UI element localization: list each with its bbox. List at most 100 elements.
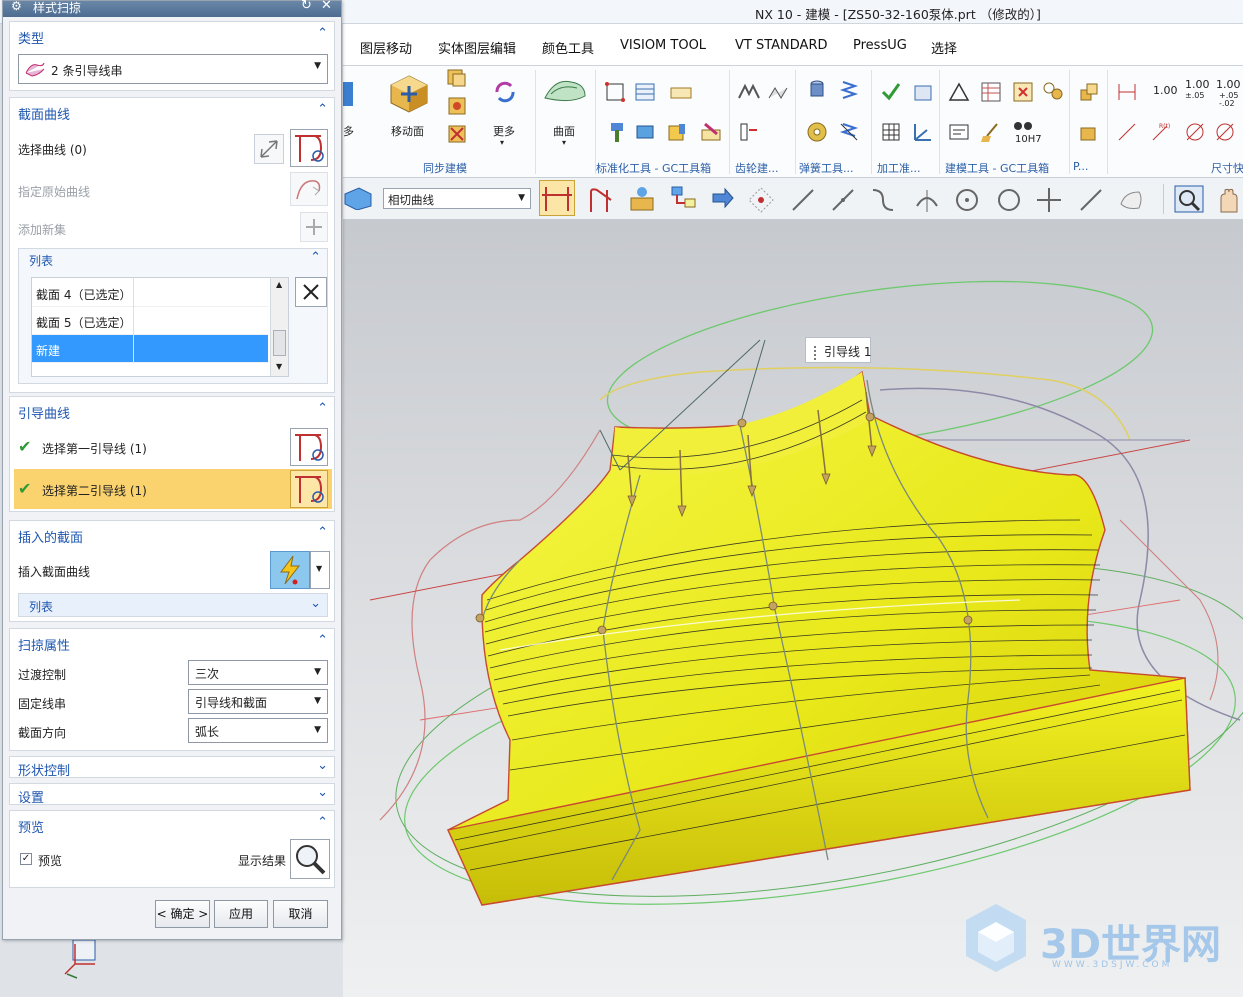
expand-icon[interactable]: ⌄ [310,596,321,611]
select-curve-button[interactable] [290,129,328,167]
specify-origin-button[interactable] [290,172,328,206]
settings-section[interactable]: 设置 ⌄ [9,783,335,806]
collapse-icon[interactable]: ⌃ [310,250,321,265]
pan-hand-icon[interactable] [1215,186,1243,214]
face-snap-icon[interactable] [1117,186,1147,214]
type-section-header[interactable]: 类型 ⌃ [10,22,334,48]
close-icon[interactable]: ✕ [321,0,332,13]
cube-group-icon[interactable] [1077,120,1101,144]
collapse-icon[interactable]: ⌃ [317,525,328,540]
list-item[interactable]: 截面 4（已选定） [32,279,268,307]
type-select[interactable]: 2 条引导线串 ▼ [18,54,328,84]
hierarchy-icon[interactable] [669,184,699,214]
cancel-button[interactable]: 取消 [273,900,328,928]
menu-pressug[interactable]: PressUG [853,38,907,53]
tangent-snap-icon[interactable] [913,186,941,214]
collapse-icon[interactable]: ⌃ [317,815,328,830]
surface-dropdown-icon[interactable]: ▾ [562,138,566,147]
cube-stack-icon[interactable] [1077,80,1101,104]
apply-button[interactable]: 应用 [214,900,268,928]
insert-section-dropdown[interactable]: ▼ [310,551,330,589]
midpoint-snap-icon[interactable] [829,186,857,214]
label-tool-icon[interactable] [699,120,723,144]
graphics-window[interactable]: 引导线 1 [343,220,1243,997]
spring-icon[interactable] [837,78,861,102]
dimension-value[interactable]: 1.00 [1153,84,1178,97]
gear-profile-icon[interactable] [737,80,765,104]
gear-icon[interactable]: ⚙ [11,0,22,13]
scroll-thumb[interactable] [273,330,286,356]
expand-icon[interactable]: ⌄ [317,785,328,800]
move-face-icon[interactable] [387,72,431,116]
menu-vt-standard[interactable]: VT STANDARD [735,38,828,53]
gear-table-icon[interactable] [737,120,761,144]
select-second-guide-button[interactable] [290,470,328,508]
quadrant-snap-icon[interactable] [995,186,1023,214]
shape-control-section[interactable]: 形状控制 ⌄ [9,756,335,779]
datum-icon[interactable] [911,120,935,144]
broom-icon[interactable] [979,120,1003,144]
collapse-icon[interactable]: ⌃ [317,633,328,648]
offset-face-icon[interactable] [445,66,469,90]
machining-prep-icon[interactable] [911,80,935,104]
insert-section-button[interactable] [270,551,310,589]
insert-section-header[interactable]: 插入的截面 ⌃ [10,521,334,547]
snap-grid-icon[interactable] [747,186,775,214]
collapse-icon[interactable]: ⌃ [317,102,328,117]
dimension-tol-value[interactable]: 1.00 [1185,78,1210,91]
transition-control-select[interactable]: 三次 ▼ [188,660,328,685]
ok-button[interactable]: < 确定 > [155,900,210,928]
clamp-icon[interactable] [633,120,657,144]
radius-dim-icon[interactable]: R(t) [1149,120,1173,144]
gear-icon[interactable] [767,80,791,104]
list-item[interactable]: 截面 5（已选定） [32,307,268,335]
grid-point-icon[interactable] [1011,80,1035,104]
list-scrollbar[interactable]: ▲ ▼ [270,278,288,376]
fixed-string-select[interactable]: 引导线和截面 ▼ [188,689,328,714]
circles-icon[interactable] [1041,80,1065,104]
follow-fillet-icon[interactable] [587,186,615,214]
hammer-icon[interactable] [603,120,627,144]
menu-layer-move[interactable]: 图层移动 [360,38,412,57]
partial-icon[interactable] [343,82,353,106]
arrow-right-icon[interactable] [711,186,735,210]
curve-rule-select[interactable]: 相切曲线 ▼ [383,188,531,209]
point-set-icon[interactable] [603,80,627,104]
add-new-set-button[interactable] [300,212,328,242]
surface-icon[interactable] [541,74,589,110]
sweep-properties-header[interactable]: 扫掠属性 ⌃ [10,629,334,655]
collapse-icon[interactable]: ⌃ [317,26,328,41]
part-navigator-icon[interactable] [343,186,373,210]
select-first-guide-button[interactable] [290,428,328,466]
box-tool-icon[interactable] [665,120,689,144]
line-snap-icon[interactable] [789,186,817,214]
check-part-icon[interactable] [879,80,903,104]
spreadsheet-icon[interactable] [979,80,1003,104]
scroll-down-icon[interactable]: ▼ [276,362,282,371]
radius-icon[interactable] [1115,120,1139,144]
disc-spring-icon[interactable] [805,120,829,144]
zoom-search-icon[interactable] [1173,184,1205,214]
preview-checkbox[interactable]: ✓ [20,853,32,865]
curve-snap-icon[interactable] [869,186,897,214]
body-feature-icon[interactable] [625,184,657,214]
end-snap-icon[interactable] [1077,186,1105,214]
cylinder-spring-icon[interactable] [805,78,829,102]
gc-tool-icon[interactable] [669,80,693,104]
dimension-icon[interactable] [1115,80,1139,104]
collapse-icon[interactable]: ⌃ [317,401,328,416]
diameter-dim-icon[interactable] [1213,120,1237,144]
insert-section-list-header[interactable]: 列表 ⌄ [18,593,328,617]
section-curves-header[interactable]: 截面曲线 ⌃ [10,98,334,124]
remove-section-button[interactable] [295,277,327,307]
guide-curves-header[interactable]: 引导曲线 ⌃ [10,397,334,423]
menu-visiom-tool[interactable]: VISIOM TOOL [620,38,706,53]
section-orientation-select[interactable]: 弧长 ▼ [188,718,328,743]
menu-solid-layer-edit[interactable]: 实体图层编辑 [438,38,516,57]
section-list-header[interactable]: 列表 ⌃ [19,249,327,271]
refresh-icon[interactable] [491,78,519,106]
point-snap-icon[interactable] [1035,186,1063,214]
center-snap-icon[interactable] [953,186,981,214]
dimension-limit-value[interactable]: 1.00 [1216,78,1241,91]
diameter-icon[interactable] [1183,120,1207,144]
